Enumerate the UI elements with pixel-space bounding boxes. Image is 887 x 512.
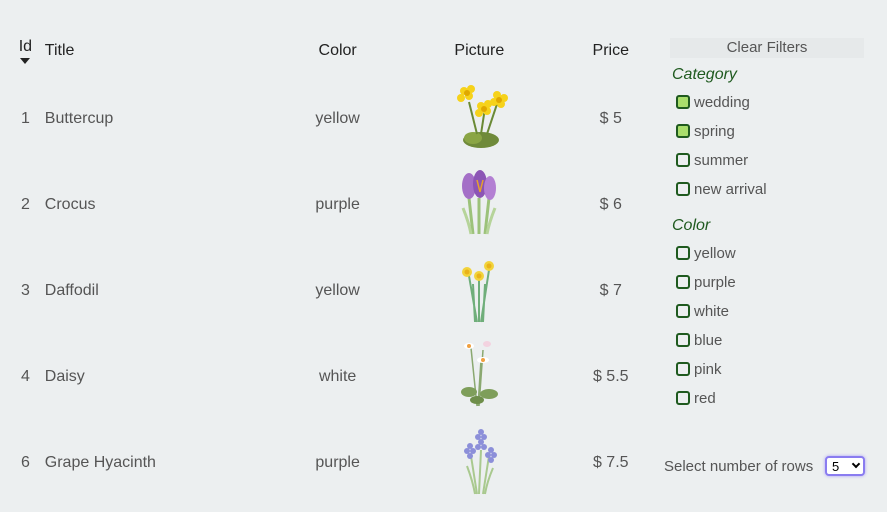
color-option-label: blue: [694, 331, 723, 349]
row-title: Grape Hyacinth: [44, 454, 156, 471]
row-picture-cell: [389, 162, 569, 248]
row-id: 4: [20, 368, 30, 385]
row-price: $ 5: [599, 110, 622, 127]
row-color: purple: [315, 196, 360, 213]
column-header-id[interactable]: Id: [12, 26, 39, 76]
checkbox[interactable]: [676, 246, 690, 260]
category-option-label: new arrival: [694, 180, 767, 198]
row-title: Daffodil: [44, 282, 99, 299]
chevron-down-icon: [851, 459, 861, 469]
color-option-blue[interactable]: blue: [676, 330, 722, 350]
checkbox[interactable]: [676, 362, 690, 376]
color-option-red[interactable]: red: [676, 388, 716, 408]
checkbox[interactable]: [676, 153, 690, 167]
color-option-white[interactable]: white: [676, 301, 729, 321]
row-title: Buttercup: [44, 110, 114, 127]
color-option-pink[interactable]: pink: [676, 359, 722, 379]
column-header-id-label: Id: [18, 37, 33, 55]
daffodil-icon: [462, 260, 495, 322]
buttercup-icon: [457, 84, 509, 148]
row-color: purple: [315, 454, 360, 471]
color-option-label: pink: [694, 360, 722, 378]
category-option-wedding[interactable]: wedding: [676, 92, 750, 112]
crocus-icon: [461, 169, 497, 234]
checkbox[interactable]: [676, 304, 690, 318]
row-id: 2: [20, 196, 30, 213]
sort-descending-icon[interactable]: [20, 57, 31, 64]
color-option-label: white: [694, 302, 730, 320]
row-price: $ 6: [599, 196, 622, 213]
checkbox[interactable]: [676, 391, 690, 405]
row-picture-cell: [389, 76, 569, 162]
category-option-label: summer: [694, 151, 749, 169]
category-filter-title: Category: [672, 66, 737, 83]
clear-filters-button[interactable]: Clear Filters: [670, 38, 864, 58]
category-option-spring[interactable]: spring: [676, 121, 735, 141]
color-option-purple[interactable]: purple: [676, 272, 736, 292]
row-picture-cell: [389, 420, 569, 506]
color-option-label: purple: [694, 273, 736, 291]
category-option-new-arrival[interactable]: new arrival: [676, 179, 767, 199]
checkbox[interactable]: [676, 182, 690, 196]
category-option-summer[interactable]: summer: [676, 150, 748, 170]
checkbox[interactable]: [676, 95, 690, 109]
checkbox[interactable]: [676, 124, 690, 138]
table-row: 1 Buttercup yellow $ 5: [12, 76, 652, 162]
rows-per-page-label: Select number of rows: [664, 458, 814, 475]
color-option-label: red: [694, 389, 716, 407]
row-price: $ 7: [599, 282, 622, 299]
flowers-table: Id Title Color Picture Price 1 Buttercup…: [12, 26, 652, 506]
category-option-label: spring: [694, 122, 735, 140]
row-price: $ 7.5: [592, 454, 629, 471]
flowers-table-container: Id Title Color Picture Price 1 Buttercup…: [12, 26, 652, 506]
grape-hyacinth-icon: [464, 428, 498, 494]
category-option-label: wedding: [694, 93, 750, 111]
row-id: 1: [20, 110, 30, 127]
column-header-title[interactable]: Title: [39, 26, 286, 76]
row-price: $ 5.5: [592, 368, 629, 385]
table-row: 3 Daffodil yellow $ 7: [12, 248, 652, 334]
rows-per-page-select[interactable]: 5: [825, 456, 865, 476]
row-color: yellow: [315, 110, 360, 127]
checkbox[interactable]: [676, 275, 690, 289]
table-row: 2 Crocus purple $ 6: [12, 162, 652, 248]
color-filter-title: Color: [672, 217, 711, 234]
row-color: yellow: [315, 282, 360, 299]
rows-per-page-value: 5: [832, 458, 840, 474]
column-header-picture: Picture: [454, 42, 505, 59]
row-picture-cell: [389, 334, 569, 420]
color-option-yellow[interactable]: yellow: [676, 243, 736, 263]
table-row: 4 Daisy white $ 5.5: [12, 334, 652, 420]
column-header-color[interactable]: Color: [286, 26, 389, 76]
table-header-row: Id Title Color Picture Price: [12, 26, 652, 76]
row-title: Crocus: [44, 196, 96, 213]
column-header-price[interactable]: Price: [570, 26, 653, 76]
row-title: Daisy: [44, 368, 85, 385]
row-id: 3: [20, 282, 30, 299]
table-row: 6 Grape Hyacinth purple $ 7.5: [12, 420, 652, 506]
row-id: 6: [20, 454, 30, 471]
row-color: white: [318, 368, 357, 385]
daisy-icon: [461, 340, 499, 406]
row-picture-cell: [389, 248, 569, 334]
color-option-label: yellow: [694, 244, 736, 262]
checkbox[interactable]: [676, 333, 690, 347]
